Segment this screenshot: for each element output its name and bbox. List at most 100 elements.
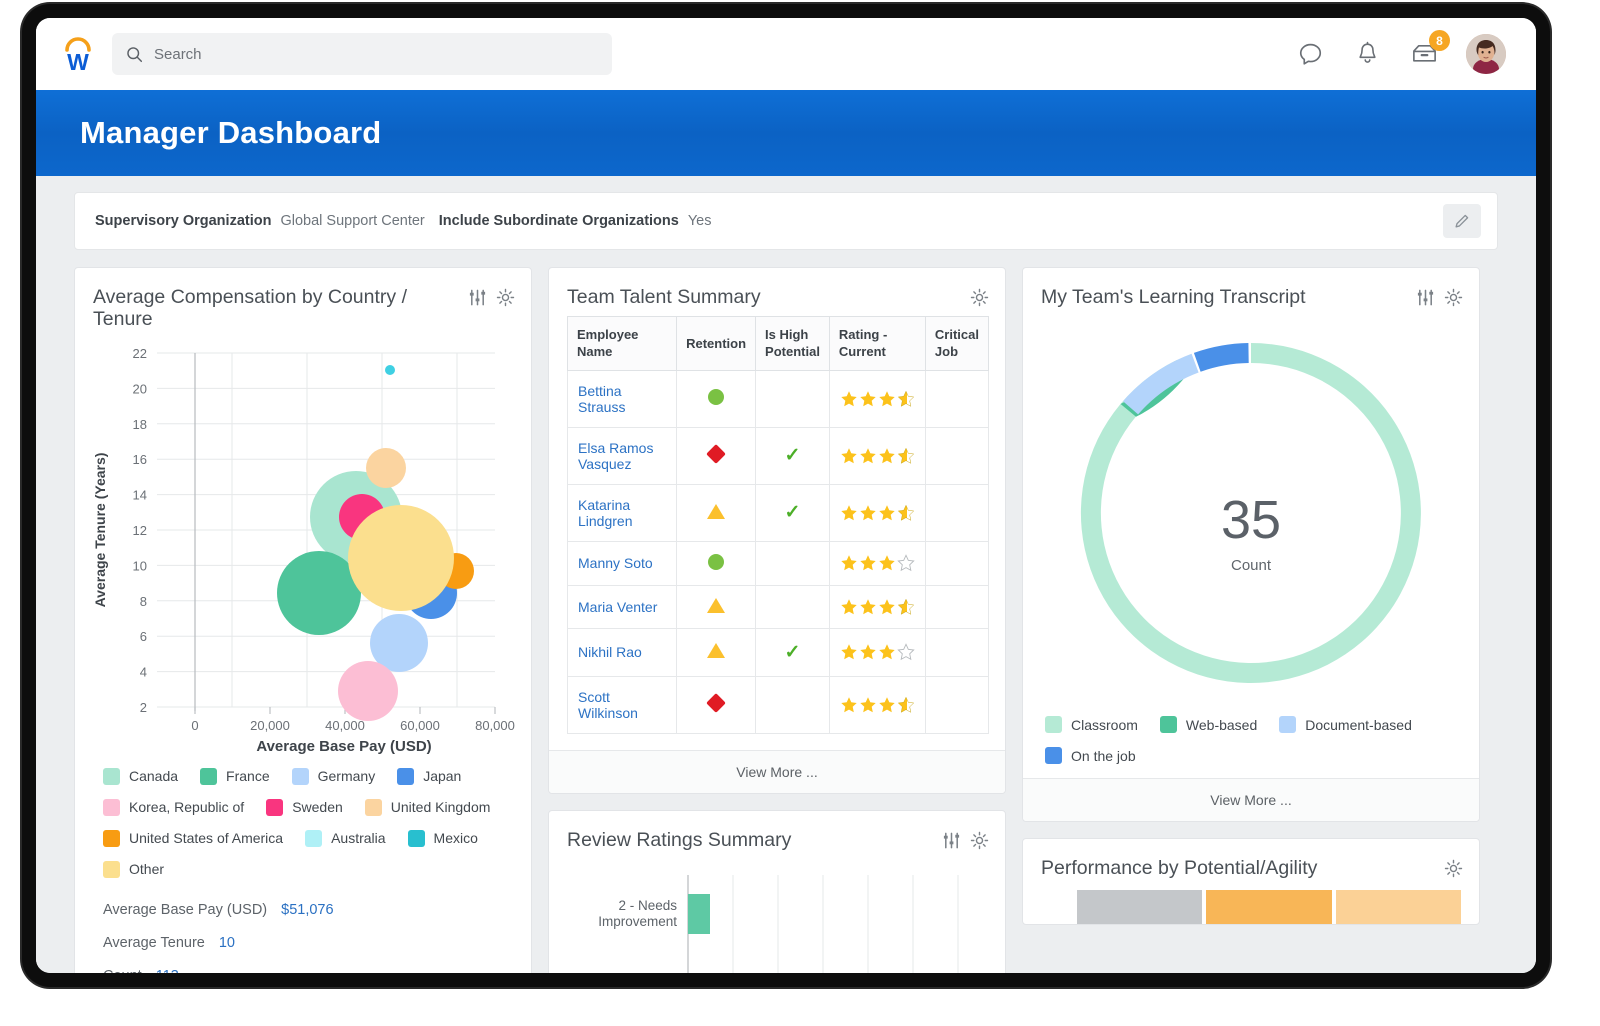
cell-is-high-potential [756,541,830,585]
search-placeholder-text: Search [154,46,202,63]
filter-sliders-icon[interactable] [942,831,961,850]
search-input[interactable]: Search [112,33,612,75]
employee-name-link[interactable]: Bettina Strauss [578,383,625,415]
stat-value[interactable]: 113 [156,968,179,973]
svg-text:16: 16 [133,452,147,467]
bubble-korea [338,661,398,721]
view-more-talent[interactable]: View More ... [549,750,1005,793]
legend-swatch [1279,716,1296,733]
legend-item-united-kingdom[interactable]: United Kingdom [365,799,491,816]
filter-sliders-icon[interactable] [1416,288,1435,307]
rating-stars [840,504,915,522]
column-left: Average Compensation by Country / Tenure [74,267,532,973]
legend-label: United Kingdom [391,799,491,815]
workday-logo-icon[interactable]: W [56,32,100,76]
th-retention[interactable]: Retention [677,317,756,371]
performance-cell[interactable] [1077,890,1202,924]
performance-matrix [1023,884,1479,924]
svg-text:20: 20 [133,381,147,396]
cell-rating-current [829,676,925,733]
top-navigation-bar: W Search [36,18,1536,90]
legend-item-france[interactable]: France [200,768,270,785]
chat-icon[interactable] [1295,39,1325,69]
avatar[interactable] [1466,34,1506,74]
bell-icon[interactable] [1352,39,1382,69]
legend-item-australia[interactable]: Australia [305,830,385,847]
legend-label: Mexico [434,830,478,846]
gear-icon[interactable] [496,288,515,307]
inbox-icon[interactable]: 8 [1409,39,1439,69]
cell-retention [677,427,756,484]
legend-swatch [103,799,120,816]
scatter-y-axis-label: Average Tenure (Years) [92,452,108,607]
filter-bar: Supervisory Organization Global Support … [74,192,1498,250]
legend-item-canada[interactable]: Canada [103,768,178,785]
svg-text:14: 14 [133,487,147,502]
scatter-chart-average-compensation: 22 20 18 16 14 12 10 8 6 4 2 [75,335,531,764]
dashboard-body: Supervisory Organization Global Support … [36,176,1536,973]
cell-retention [677,628,756,676]
donut-center-readout: 35 Count [1151,493,1351,574]
view-more-learning[interactable]: View More ... [1023,778,1479,821]
retention-red-diamond-icon [706,445,726,465]
employee-name-link[interactable]: Katarina Lindgren [578,497,633,529]
card-learning-transcript: My Team's Learning Transcript [1022,267,1480,822]
gear-icon[interactable] [1444,288,1463,307]
svg-text:12: 12 [133,523,147,538]
legend-swatch [365,799,382,816]
include-subordinate-organizations-label: Include Subordinate Organizations [439,213,679,229]
card-performance-by-potential: Performance by Potential/Agility [1022,838,1480,924]
talent-table: Employee Name Retention Is High Potentia… [567,316,989,734]
th-critical-job[interactable]: Critical Job [925,317,988,371]
performance-cell[interactable] [1206,890,1331,924]
legend-item-sweden[interactable]: Sweden [266,799,343,816]
compensation-summary-stats: Average Base Pay (USD) $51,076 Average T… [75,892,531,973]
th-is-high-potential[interactable]: Is High Potential [756,317,830,371]
top-bar-actions: 8 [1295,34,1512,74]
rating-stars [840,390,915,408]
legend-item-web-based[interactable]: Web-based [1160,716,1257,733]
cell-is-high-potential: ✓ [756,628,830,676]
legend-item-classroom[interactable]: Classroom [1045,716,1138,733]
check-icon: ✓ [785,642,801,663]
legend-item-other[interactable]: Other [103,861,164,878]
table-header-row: Employee Name Retention Is High Potentia… [568,317,989,371]
gear-icon[interactable] [970,831,989,850]
legend-item-on-the-job[interactable]: On the job [1045,747,1136,764]
cell-is-high-potential [756,585,830,628]
employee-name-link[interactable]: Elsa Ramos Vasquez [578,440,653,472]
table-row: Scott Wilkinson [568,676,989,733]
table-row: Bettina Strauss [568,370,989,427]
filter-sliders-icon[interactable] [468,288,487,307]
legend-swatch [305,830,322,847]
scatter-svg: 22 20 18 16 14 12 10 8 6 4 2 [85,339,515,759]
stat-value[interactable]: 10 [219,935,235,951]
performance-cell[interactable] [1336,890,1461,924]
scatter-x-axis-label: Average Base Pay (USD) [256,738,431,755]
legend-item-mexico[interactable]: Mexico [408,830,478,847]
stat-value[interactable]: $51,076 [281,902,333,918]
svg-text:W: W [67,49,89,74]
legend-item-document-based[interactable]: Document-based [1279,716,1412,733]
page-banner: Manager Dashboard [36,90,1536,176]
legend-item-japan[interactable]: Japan [397,768,461,785]
employee-name-link[interactable]: Manny Soto [578,555,653,571]
supervisory-organization-value: Global Support Center [280,213,424,229]
th-rating-current[interactable]: Rating - Current [829,317,925,371]
legend-label: Document-based [1305,717,1412,733]
legend-swatch [266,799,283,816]
employee-name-link[interactable]: Scott Wilkinson [578,689,638,721]
edit-filters-button[interactable] [1443,204,1481,238]
gear-icon[interactable] [1444,859,1463,878]
svg-text:2 - Needs: 2 - Needs [618,898,677,913]
employee-name-link[interactable]: Maria Venter [578,599,657,615]
gear-icon[interactable] [970,288,989,307]
cell-critical-job [925,628,988,676]
legend-item-korea[interactable]: Korea, Republic of [103,799,244,816]
employee-name-link[interactable]: Nikhil Rao [578,644,642,660]
legend-item-united-states[interactable]: United States of America [103,830,283,847]
legend-item-germany[interactable]: Germany [292,768,376,785]
include-subordinate-organizations-value: Yes [688,213,712,229]
th-employee-name[interactable]: Employee Name [568,317,677,371]
search-icon [126,46,143,63]
